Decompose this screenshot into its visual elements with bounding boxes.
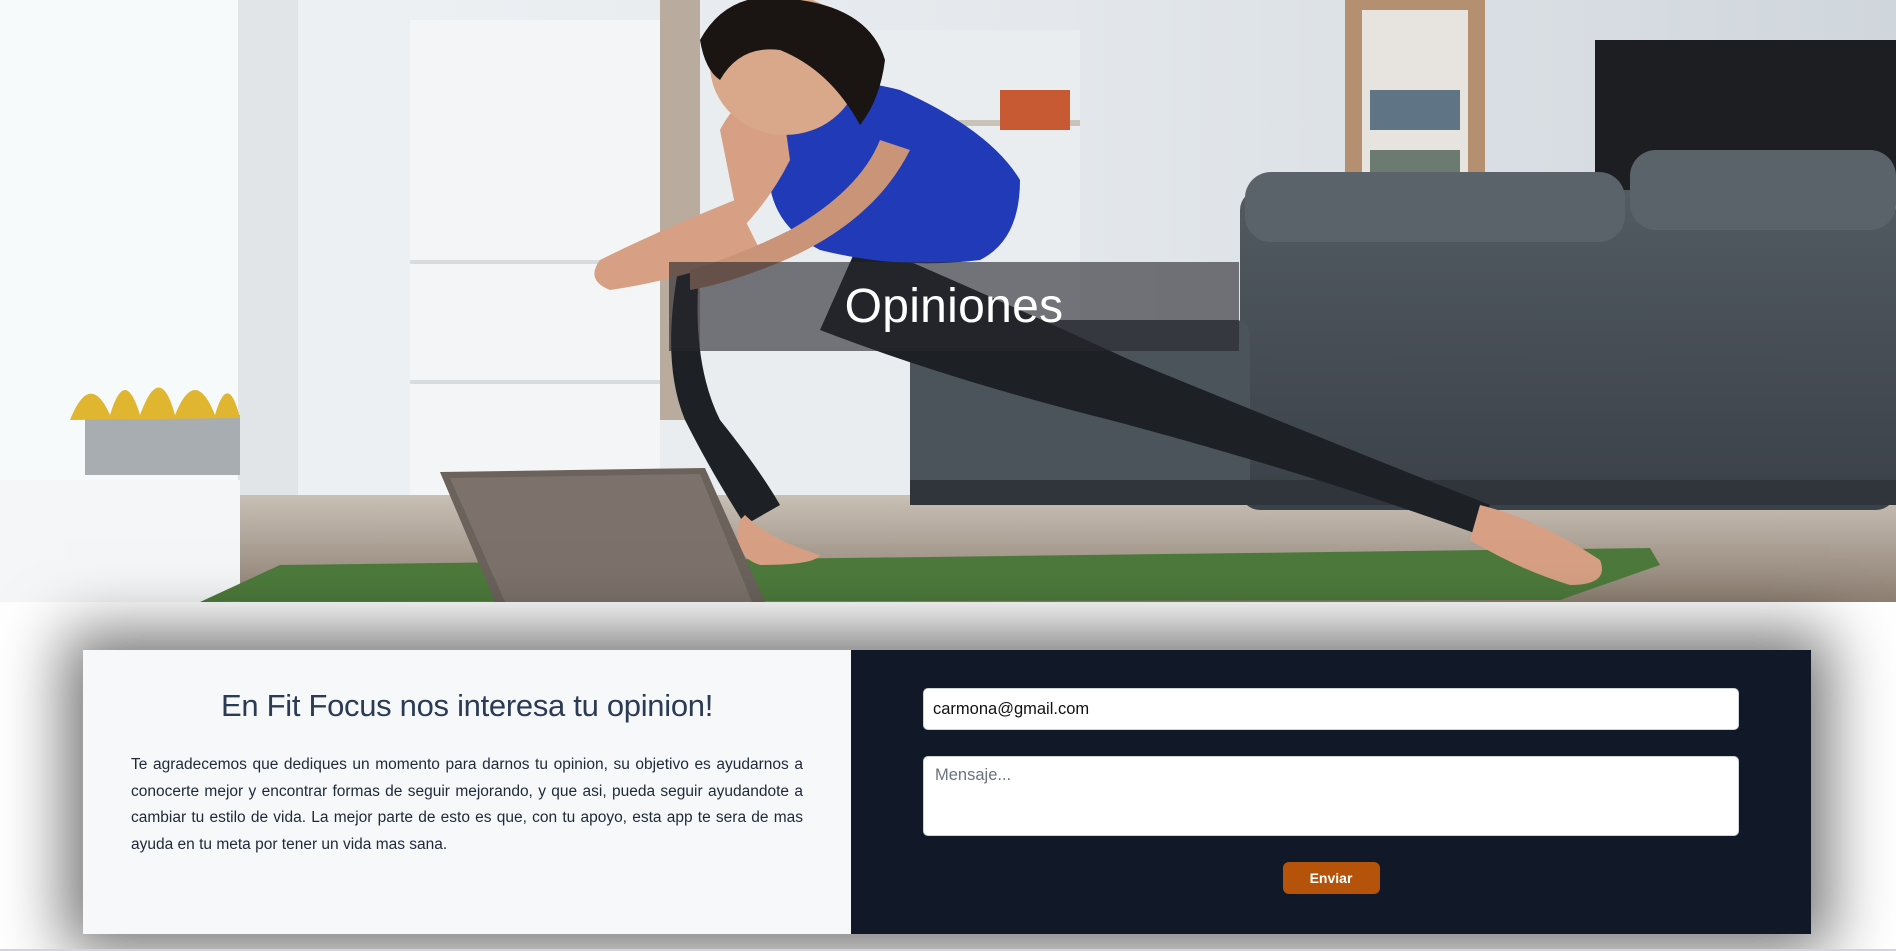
page-title: Opiniones — [844, 280, 1064, 333]
submit-row: Enviar — [923, 862, 1739, 894]
hero-title-box: Opiniones — [669, 262, 1239, 351]
email-field[interactable] — [923, 688, 1739, 730]
hero-banner: Opiniones — [0, 0, 1896, 602]
page: Opiniones En Fit Focus nos interesa tu o… — [0, 0, 1896, 951]
feedback-form-panel: Enviar — [851, 650, 1811, 934]
feedback-description: Te agradecemos que dediques un momento p… — [131, 756, 803, 853]
feedback-heading: En Fit Focus nos interesa tu opinion! — [220, 688, 714, 723]
feedback-intro-panel: En Fit Focus nos interesa tu opinion! Te… — [83, 650, 851, 934]
message-field[interactable] — [923, 756, 1739, 836]
feedback-card: En Fit Focus nos interesa tu opinion! Te… — [83, 650, 1811, 934]
feedback-form: Enviar — [923, 688, 1739, 894]
submit-button[interactable]: Enviar — [1282, 862, 1380, 894]
